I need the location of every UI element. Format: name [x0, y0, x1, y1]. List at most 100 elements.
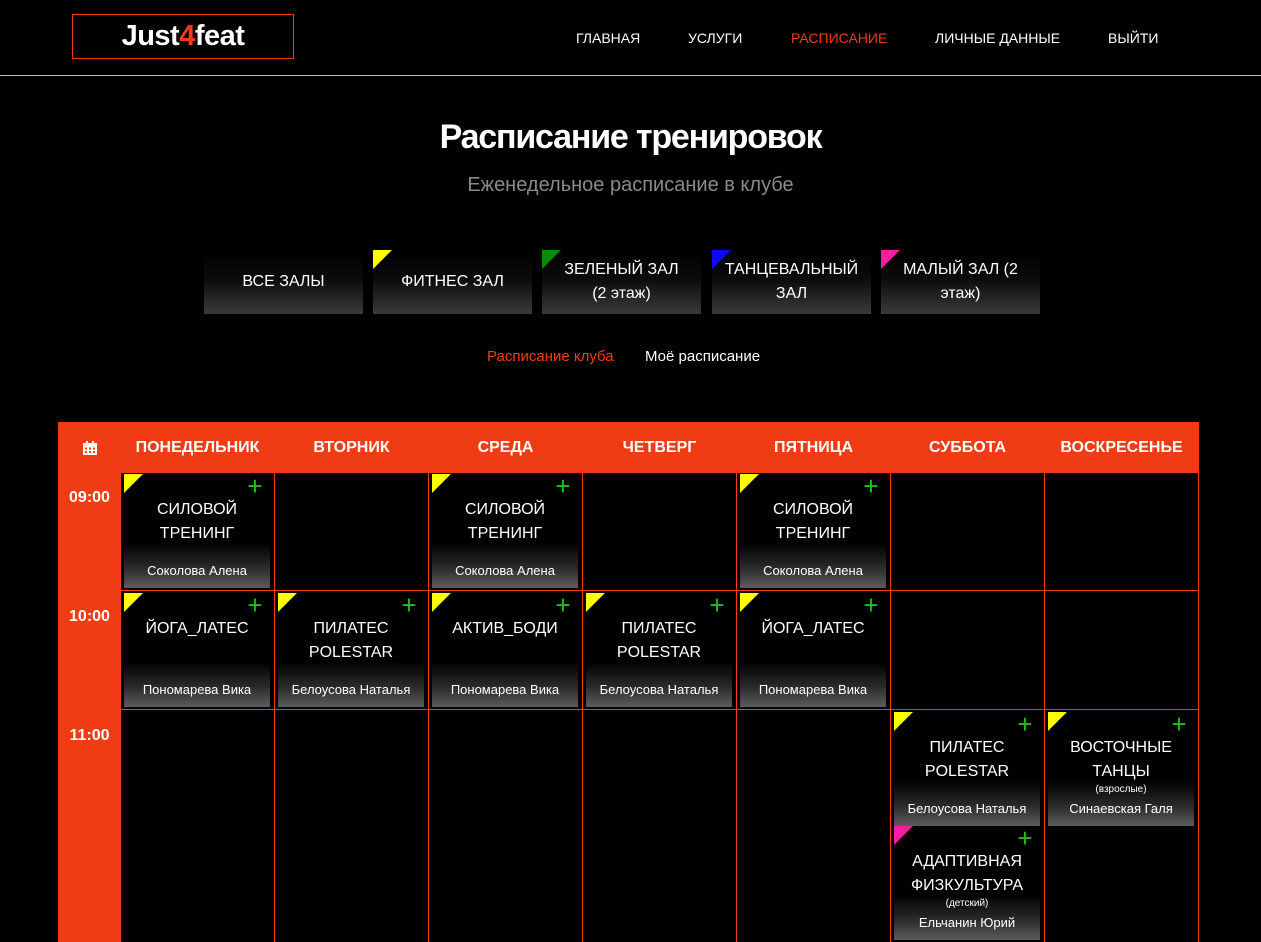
- hall-color-flag-icon: [894, 712, 913, 731]
- day-header: ПОНЕДЕЛЬНИК: [120, 422, 275, 473]
- class-name: АКТИВ_БОДИ: [452, 620, 558, 637]
- class-name: ПИЛАТЕС POLESTAR: [616, 620, 702, 661]
- time-slot-label: 10:00: [58, 590, 121, 710]
- schedule-cell: [582, 709, 737, 942]
- schedule-cell: [274, 471, 429, 591]
- schedule-cell: [1044, 471, 1199, 591]
- nav-logout[interactable]: ВЫЙТИ: [1108, 30, 1158, 46]
- hall-color-flag-icon: [740, 593, 759, 612]
- hall-filter-green[interactable]: ЗЕЛЕНЫЙ ЗАЛ (2 этаж): [542, 250, 701, 314]
- trainer-name: Соколова Алена: [455, 563, 555, 578]
- hall-color-flag-icon: [278, 593, 297, 612]
- class-card[interactable]: + АДАПТИВНАЯ ФИЗКУЛЬТУРА (детский) Ельчанин…: [894, 825, 1040, 940]
- hall-filter-label: ФИТНЕС ЗАЛ: [401, 273, 504, 290]
- class-name: СИЛОВОЙ ТРЕНИНГ: [464, 501, 546, 542]
- day-header: ВТОРНИК: [274, 422, 429, 473]
- hall-color-flag-icon: [124, 474, 143, 493]
- day-header: ПЯТНИЦА: [736, 422, 891, 473]
- trainer-name: Белоусова Наталья: [291, 682, 411, 697]
- schedule-cell: [274, 709, 429, 942]
- hall-filter-label: ЗЕЛЕНЫЙ ЗАЛ (2 этаж): [564, 261, 679, 302]
- hall-color-flag-icon: [586, 593, 605, 612]
- schedule-cell: [428, 709, 583, 942]
- add-to-schedule-icon[interactable]: +: [860, 592, 882, 618]
- trainer-name: Соколова Алена: [147, 563, 247, 578]
- add-to-schedule-icon[interactable]: +: [398, 592, 420, 618]
- logo-digit: 4: [179, 20, 195, 52]
- trainer-name: Синаевская Галя: [1069, 801, 1173, 816]
- hall-filter-small[interactable]: МАЛЫЙ ЗАЛ (2 этаж): [881, 250, 1040, 314]
- hall-color-flag-icon: [740, 474, 759, 493]
- class-name: СИЛОВОЙ ТРЕНИНГ: [156, 501, 238, 542]
- class-card[interactable]: + ПИЛАТЕС POLESTAR Белоусова Наталья: [278, 592, 424, 707]
- trainer-name: Пономарева Вика: [450, 682, 560, 697]
- class-card[interactable]: + СИЛОВОЙ ТРЕНИНГ Соколова Алена: [740, 473, 886, 588]
- schedule-cell: [1044, 590, 1199, 710]
- class-subtitle: (взрослые): [1095, 784, 1147, 795]
- add-to-schedule-icon[interactable]: +: [1168, 711, 1190, 737]
- page-subtitle: Еженедельное расписание в клубе: [467, 174, 794, 196]
- class-name: ВОСТОЧНЫЕ ТАНЦЫ: [1070, 739, 1172, 780]
- nav-services[interactable]: УСЛУГИ: [688, 30, 742, 46]
- add-to-schedule-icon[interactable]: +: [1014, 711, 1036, 737]
- hall-color-flag-icon: [124, 593, 143, 612]
- hall-filter-fitness[interactable]: ФИТНЕС ЗАЛ: [373, 250, 532, 314]
- trainer-name: Пономарева Вика: [142, 682, 252, 697]
- hall-color-flag-icon: [432, 474, 451, 493]
- add-to-schedule-icon[interactable]: +: [706, 592, 728, 618]
- trainer-name: Ельчанин Юрий: [918, 915, 1016, 930]
- hall-filter-dance[interactable]: ТАНЦЕВАЛЬНЫЙ ЗАЛ: [712, 250, 871, 314]
- time-slot-label: 09:00: [58, 471, 121, 591]
- time-slot-label: 11:00: [58, 709, 121, 942]
- site-header: Just 4 feat ГЛАВНАЯ УСЛУГИ РАСПИСАНИЕ ЛИЧН…: [0, 0, 1261, 76]
- hall-filter-label: МАЛЫЙ ЗАЛ (2 этаж): [903, 261, 1018, 302]
- logo-suffix: feat: [194, 20, 245, 52]
- nav-personal-data[interactable]: ЛИЧНЫЕ ДАННЫЕ: [935, 30, 1060, 46]
- class-card[interactable]: + ПИЛАТЕС POLESTAR Белоусова Наталья: [586, 592, 732, 707]
- schedule-cell: [120, 709, 275, 942]
- my-schedule-tab[interactable]: Моё расписание: [645, 348, 760, 365]
- hall-color-flag-icon: [373, 250, 392, 269]
- class-subtitle: (детский): [945, 898, 989, 909]
- day-header: СРЕДА: [428, 422, 583, 473]
- hall-filter-label: ВСЕ ЗАЛЫ: [242, 273, 325, 290]
- hall-color-flag-icon: [542, 250, 561, 269]
- add-to-schedule-icon[interactable]: +: [860, 473, 882, 499]
- class-card[interactable]: + ПИЛАТЕС POLESTAR Белоусова Наталья: [894, 711, 1040, 826]
- class-name: СИЛОВОЙ ТРЕНИНГ: [772, 501, 854, 542]
- day-header: ЧЕТВЕРГ: [582, 422, 737, 473]
- add-to-schedule-icon[interactable]: +: [244, 592, 266, 618]
- class-card[interactable]: + ЙОГА_ЛАТЕС Пономарева Вика: [740, 592, 886, 707]
- schedule-cell: [890, 590, 1045, 710]
- hall-color-flag-icon: [1048, 712, 1067, 731]
- trainer-name: Белоусова Наталья: [599, 682, 719, 697]
- nav-home[interactable]: ГЛАВНАЯ: [576, 30, 640, 46]
- class-card[interactable]: + АКТИВ_БОДИ Пономарева Вика: [432, 592, 578, 707]
- calendar-header-cell: [58, 422, 121, 473]
- logo[interactable]: Just 4 feat: [72, 14, 294, 59]
- logo-prefix: Just: [121, 20, 180, 52]
- calendar-icon: [82, 440, 97, 455]
- schedule-cell: [582, 471, 737, 591]
- club-schedule-tab[interactable]: Расписание клуба: [487, 348, 614, 365]
- class-card[interactable]: + СИЛОВОЙ ТРЕНИНГ Соколова Алена: [124, 473, 270, 588]
- schedule-cell: [736, 709, 891, 942]
- day-header: СУББОТА: [890, 422, 1045, 473]
- hall-color-flag-icon: [894, 826, 913, 845]
- hall-filter-all[interactable]: ВСЕ ЗАЛЫ: [204, 250, 363, 314]
- trainer-name: Пономарева Вика: [758, 682, 868, 697]
- nav-schedule[interactable]: РАСПИСАНИЕ: [791, 30, 887, 46]
- class-name: ЙОГА_ЛАТЕС: [761, 620, 865, 637]
- class-card[interactable]: + СИЛОВОЙ ТРЕНИНГ Соколова Алена: [432, 473, 578, 588]
- add-to-schedule-icon[interactable]: +: [1014, 825, 1036, 851]
- hall-color-flag-icon: [881, 250, 900, 269]
- hall-color-flag-icon: [712, 250, 731, 269]
- class-card[interactable]: + ЙОГА_ЛАТЕС Пономарева Вика: [124, 592, 270, 707]
- trainer-name: Белоусова Наталья: [907, 801, 1027, 816]
- class-card[interactable]: + ВОСТОЧНЫЕ ТАНЦЫ (взрослые) Синаевская Гал…: [1048, 711, 1194, 826]
- add-to-schedule-icon[interactable]: +: [552, 592, 574, 618]
- add-to-schedule-icon[interactable]: +: [244, 473, 266, 499]
- trainer-name: Соколова Алена: [763, 563, 863, 578]
- add-to-schedule-icon[interactable]: +: [552, 473, 574, 499]
- class-name: ПИЛАТЕС POLESTAR: [308, 620, 394, 661]
